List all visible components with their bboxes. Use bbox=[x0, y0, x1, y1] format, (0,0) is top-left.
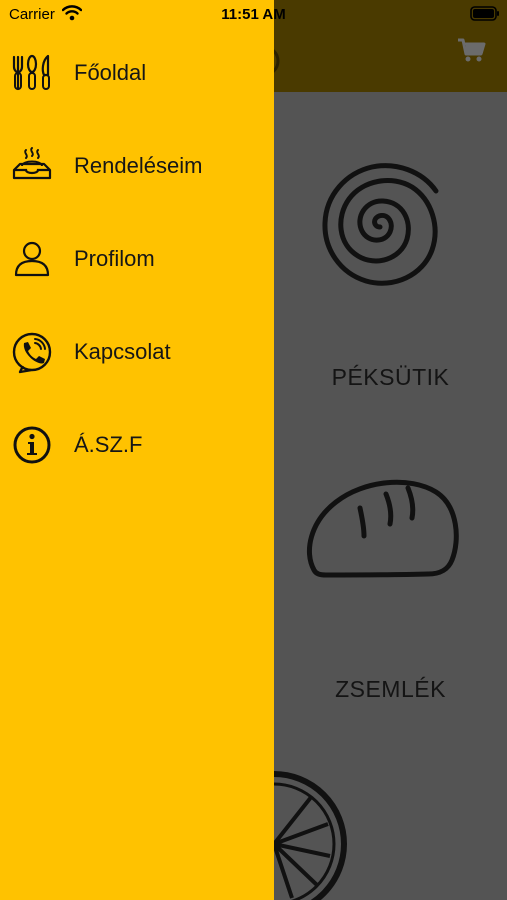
menu-item-aszf[interactable]: Á.SZ.F bbox=[0, 415, 274, 475]
food-tray-icon bbox=[12, 147, 52, 180]
citrus-slice-icon[interactable] bbox=[262, 756, 352, 900]
info-icon bbox=[13, 426, 51, 464]
side-drawer: Főoldal Rendeléseim Profilom Kapcsolat Á… bbox=[0, 0, 274, 900]
phone-icon bbox=[12, 332, 52, 374]
fork-knife-icon bbox=[12, 54, 50, 91]
cart-icon[interactable] bbox=[456, 36, 486, 64]
menu-item-label: Á.SZ.F bbox=[74, 432, 143, 457]
menu-item-kapcsolat[interactable]: Kapcsolat bbox=[0, 322, 274, 382]
menu-item-label: Főoldal bbox=[74, 60, 147, 85]
menu-item-label: Kapcsolat bbox=[74, 339, 171, 364]
battery-icon bbox=[470, 6, 499, 21]
category-label-peksutik[interactable]: PÉKSÜTIK bbox=[274, 364, 507, 391]
menu-item-rendeleseim[interactable]: Rendeléseim bbox=[0, 136, 274, 196]
menu-item-label: Rendeléseim bbox=[74, 153, 203, 178]
bread-roll-icon[interactable] bbox=[302, 474, 460, 582]
clock: 11:51 AM bbox=[221, 6, 286, 23]
pastry-swirl-icon[interactable] bbox=[308, 155, 454, 295]
status-bar: Carrier 11:51 AM bbox=[0, 0, 507, 28]
menu-item-label: Profilom bbox=[74, 246, 155, 271]
menu-item-foodal[interactable]: Főoldal bbox=[0, 43, 274, 103]
user-icon bbox=[14, 241, 50, 277]
menu-item-profilom[interactable]: Profilom bbox=[0, 229, 274, 289]
category-label-zsemlek[interactable]: ZSEMLÉK bbox=[274, 676, 507, 703]
